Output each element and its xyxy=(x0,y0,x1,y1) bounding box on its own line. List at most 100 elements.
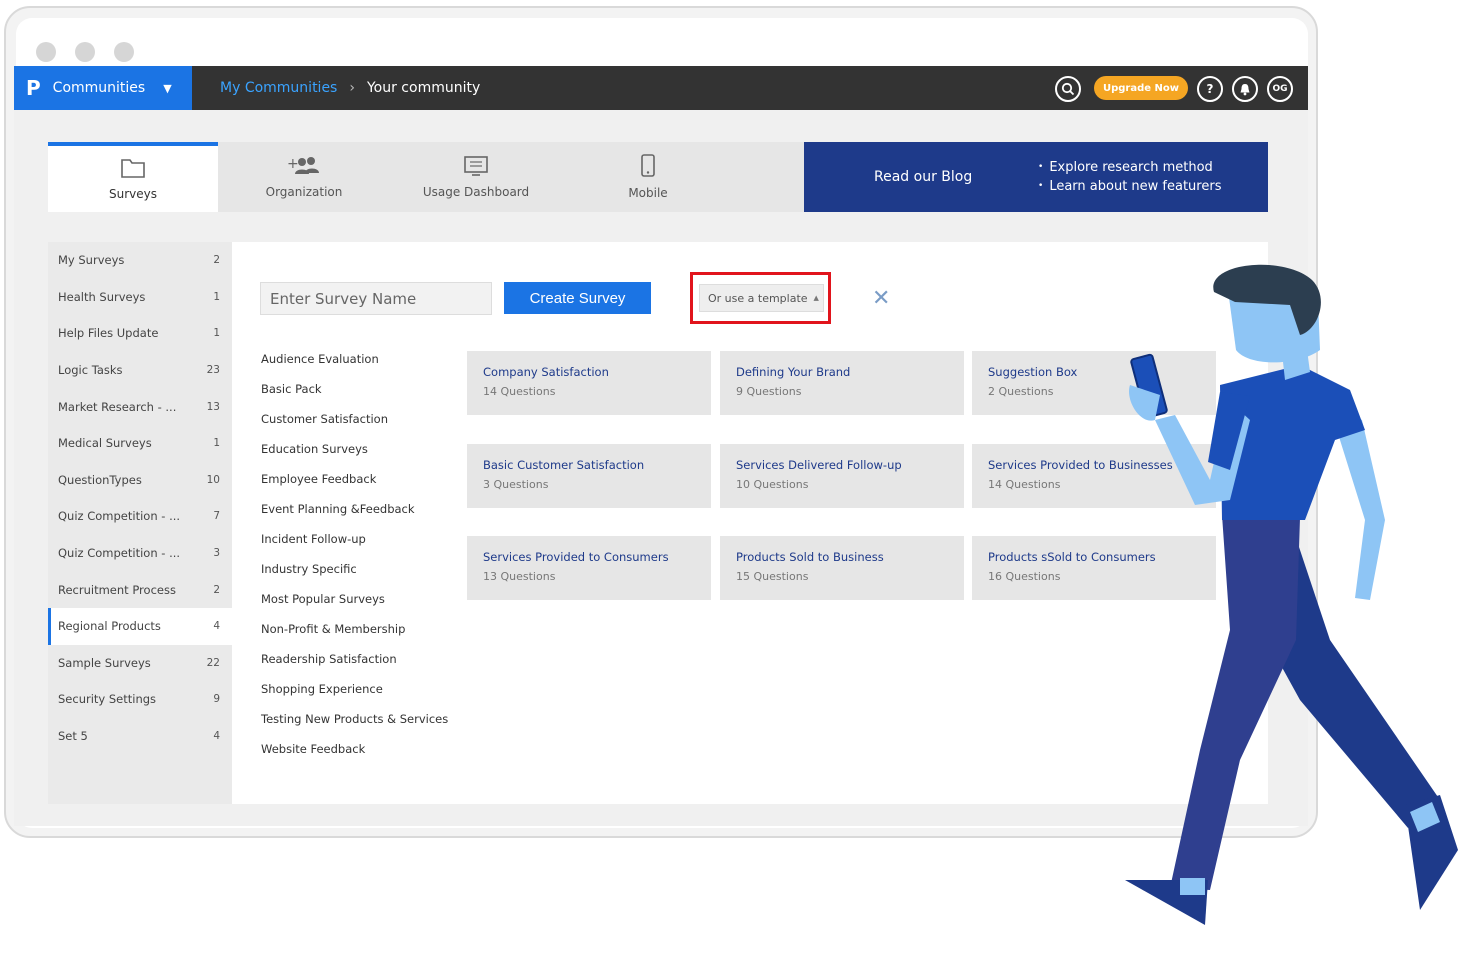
upgrade-button[interactable]: Upgrade Now xyxy=(1094,76,1188,100)
add-users-icon: + xyxy=(287,156,319,174)
category-item[interactable]: Testing New Products & Services xyxy=(261,712,448,742)
breadcrumb-link[interactable]: My Communities xyxy=(220,80,337,96)
window-dot-maximize[interactable] xyxy=(114,42,134,62)
sidebar-item-count: 7 xyxy=(213,510,220,523)
tab-organization[interactable]: + Organization xyxy=(218,142,390,212)
create-survey-button[interactable]: Create Survey xyxy=(504,282,651,314)
sidebar-item[interactable]: Health Surveys 1 xyxy=(48,279,232,316)
survey-name-input[interactable] xyxy=(260,282,492,315)
sidebar-item-count: 1 xyxy=(213,290,220,303)
category-item[interactable]: Industry Specific xyxy=(261,562,448,592)
sidebar-item[interactable]: Medical Surveys 1 xyxy=(48,425,232,462)
category-item[interactable]: Website Feedback xyxy=(261,742,448,772)
template-select[interactable]: Or use a template ▲ xyxy=(699,284,824,312)
template-question-count: 3 Questions xyxy=(483,478,549,491)
sidebar-item-count: 22 xyxy=(206,656,220,669)
template-category-list: Audience Evaluation Basic Pack Customer … xyxy=(261,352,448,772)
template-highlight-box: Or use a template ▲ xyxy=(690,272,831,324)
template-card[interactable]: Company Satisfaction 14 Questions xyxy=(467,351,711,415)
breadcrumb-current: Your community xyxy=(366,80,481,96)
walking-person-illustration xyxy=(1125,264,1458,925)
sidebar-item-label: Health Surveys xyxy=(58,289,146,304)
category-item[interactable]: Readership Satisfaction xyxy=(261,652,448,682)
sidebar-item[interactable]: Quiz Competition - ... 7 xyxy=(48,498,232,535)
tab-label: Surveys xyxy=(109,187,157,201)
sidebar-item[interactable]: Logic Tasks 23 xyxy=(48,352,232,389)
tab-surveys[interactable]: Surveys xyxy=(48,142,218,212)
tab-label: Mobile xyxy=(628,186,668,200)
tab-label: Organization xyxy=(265,185,343,199)
sidebar-item-label: Market Research - ... xyxy=(58,399,177,414)
category-item[interactable]: Event Planning &Feedback xyxy=(261,502,448,532)
template-title: Defining Your Brand xyxy=(736,365,851,379)
template-question-count: 15 Questions xyxy=(736,570,809,583)
survey-folder-sidebar: My Surveys 2 Health Surveys 1 Help Files U… xyxy=(48,242,232,804)
template-card[interactable]: Products Sold to Business 15 Questions xyxy=(720,536,964,600)
category-item[interactable]: Education Surveys xyxy=(261,442,448,472)
blog-bullet: Learn about new featurers xyxy=(1038,177,1221,196)
sidebar-item-count: 13 xyxy=(206,400,220,413)
category-item[interactable]: Most Popular Surveys xyxy=(261,592,448,622)
sidebar-item[interactable]: Help Files Update 1 xyxy=(48,315,232,352)
sidebar-item-count: 23 xyxy=(206,364,220,377)
tab-usage-dashboard[interactable]: Usage Dashboard xyxy=(390,142,562,212)
sidebar-item[interactable]: Security Settings 9 xyxy=(48,681,232,718)
category-item[interactable]: Audience Evaluation xyxy=(261,352,448,382)
community-switcher[interactable]: P Communities ▼ xyxy=(14,66,192,110)
sidebar-item-count: 9 xyxy=(213,693,220,706)
breadcrumb: My Communities › Your community xyxy=(220,66,480,110)
sidebar-item-count: 4 xyxy=(213,730,220,743)
brand-name: Communities xyxy=(52,80,146,96)
window-dot-minimize[interactable] xyxy=(75,42,95,62)
close-icon[interactable]: ✕ xyxy=(872,286,890,311)
sidebar-item-label: Recruitment Process xyxy=(58,582,176,597)
mobile-icon xyxy=(641,154,655,177)
sidebar-item-label: Quiz Competition - ... xyxy=(58,509,181,524)
category-item[interactable]: Customer Satisfaction xyxy=(261,412,448,442)
category-item[interactable]: Incident Follow-up xyxy=(261,532,448,562)
template-card[interactable]: Basic Customer Satisfaction 3 Questions xyxy=(467,444,711,508)
top-nav-bar: P Communities ▼ My Communities › Your co… xyxy=(14,66,1308,110)
blog-title: Read our Blog xyxy=(874,169,973,185)
search-icon[interactable] xyxy=(1055,76,1081,102)
window-dot-close[interactable] xyxy=(36,42,56,62)
sidebar-item-label: Medical Surveys xyxy=(58,436,152,451)
category-item[interactable]: Employee Feedback xyxy=(261,472,448,502)
template-question-count: 9 Questions xyxy=(736,385,802,398)
caret-down-icon: ▼ xyxy=(163,81,172,95)
chevron-right-icon: › xyxy=(349,80,355,96)
sidebar-item[interactable]: Sample Surveys 22 xyxy=(48,645,232,682)
bell-icon[interactable] xyxy=(1232,76,1258,102)
sidebar-item[interactable]: QuestionTypes 10 xyxy=(48,462,232,499)
caret-up-icon: ▲ xyxy=(813,294,819,302)
sidebar-item[interactable]: Set 5 4 xyxy=(48,718,232,755)
monitor-icon xyxy=(464,156,488,176)
sidebar-item[interactable]: Quiz Competition - ... 3 xyxy=(48,535,232,572)
user-avatar[interactable]: OG xyxy=(1267,76,1293,102)
template-card[interactable]: Services Delivered Follow-up 10 Questions xyxy=(720,444,964,508)
blog-banner[interactable]: Read our Blog Explore research method Le… xyxy=(804,142,1268,212)
brand-logo: P xyxy=(26,76,41,100)
template-card[interactable]: Services Provided to Consumers 13 Questio… xyxy=(467,536,711,600)
sidebar-item-label: My Surveys xyxy=(58,253,125,268)
template-question-count: 14 Questions xyxy=(483,385,556,398)
category-item[interactable]: Basic Pack xyxy=(261,382,448,412)
sidebar-item[interactable]: My Surveys 2 xyxy=(48,242,232,279)
sidebar-item-label: Logic Tasks xyxy=(58,363,123,378)
folder-icon xyxy=(121,159,145,178)
sidebar-item-label: Quiz Competition - ... xyxy=(58,546,181,561)
sidebar-item-label: Security Settings xyxy=(58,692,157,707)
template-question-count: 10 Questions xyxy=(736,478,809,491)
template-card[interactable]: Defining Your Brand 9 Questions xyxy=(720,351,964,415)
sidebar-item-active[interactable]: Regional Products 4 xyxy=(48,607,232,645)
help-icon[interactable]: ? xyxy=(1197,76,1223,102)
sidebar-item-count: 3 xyxy=(213,547,220,560)
tab-mobile[interactable]: Mobile xyxy=(562,142,734,212)
sidebar-item-label: Help Files Update xyxy=(58,326,159,341)
sidebar-item[interactable]: Market Research - ... 13 xyxy=(48,388,232,425)
category-item[interactable]: Shopping Experience xyxy=(261,682,448,712)
tab-label: Usage Dashboard xyxy=(422,185,530,199)
blog-bullet: Explore research method xyxy=(1038,158,1221,177)
sidebar-item[interactable]: Recruitment Process 2 xyxy=(48,571,232,608)
category-item[interactable]: Non-Profit & Membership xyxy=(261,622,448,652)
